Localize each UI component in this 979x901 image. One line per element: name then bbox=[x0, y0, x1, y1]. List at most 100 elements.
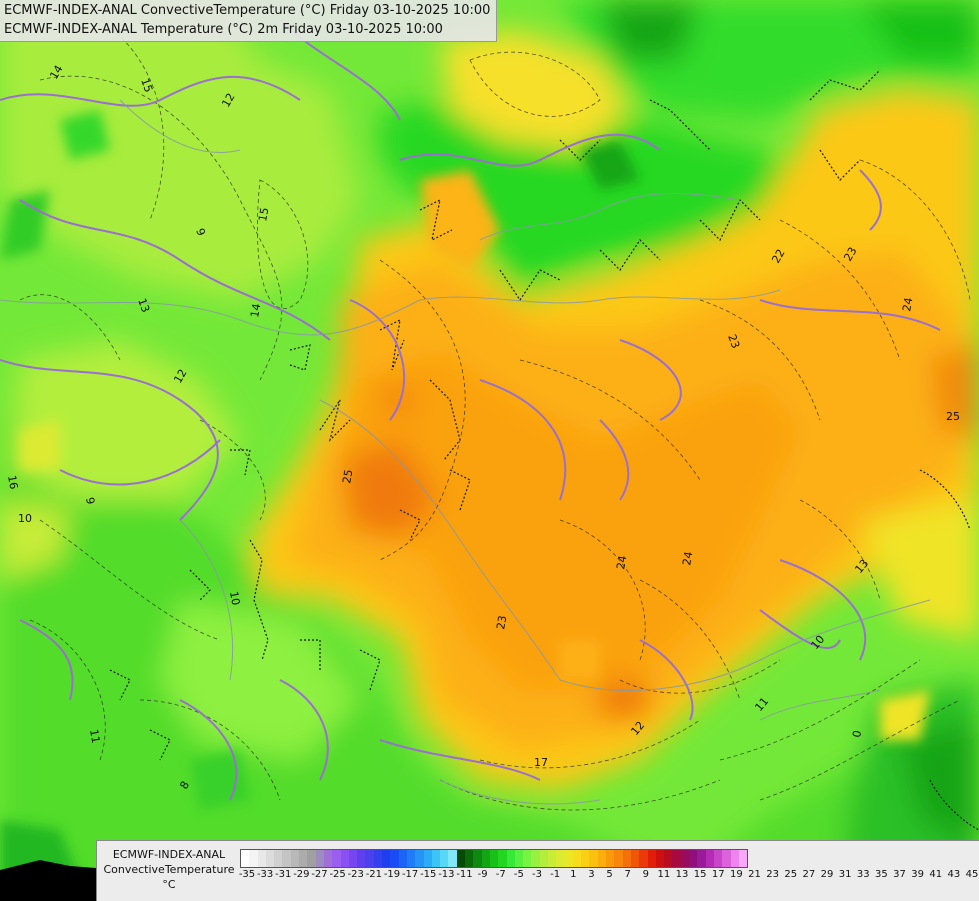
title-line-temperature: ECMWF-INDEX-ANAL Temperature (°C) 2m Fri… bbox=[4, 22, 443, 37]
legend-title-variable: ConvectiveTemperature bbox=[103, 863, 235, 876]
legend-tick-label: -7 bbox=[495, 869, 506, 880]
legend-tick-label: 27 bbox=[802, 869, 816, 880]
legend-tick-label: 25 bbox=[784, 869, 798, 880]
map-label: 14 bbox=[248, 302, 263, 318]
title-line-convective: ECMWF-INDEX-ANAL ConvectiveTemperature (… bbox=[4, 3, 491, 18]
legend-swatch bbox=[722, 850, 731, 867]
legend-swatch bbox=[315, 850, 324, 867]
legend-swatch bbox=[274, 850, 283, 867]
legend-swatch bbox=[606, 850, 615, 867]
legend-tick-label: 17 bbox=[711, 869, 725, 880]
weather-map[interactable]: 14 15 12 9 15 13 14 12 16 10 9 10 11 8 2… bbox=[0, 0, 979, 900]
legend-swatch bbox=[647, 850, 656, 867]
legend-swatch bbox=[257, 850, 266, 867]
legend-tick-label: -9 bbox=[477, 869, 488, 880]
legend-swatch bbox=[398, 850, 407, 867]
legend-swatch bbox=[539, 850, 548, 867]
legend-swatch bbox=[489, 850, 499, 867]
legend-tick-label: 21 bbox=[748, 869, 761, 880]
legend-tick-label: -21 bbox=[365, 869, 383, 880]
legend-swatch bbox=[348, 850, 358, 867]
legend-tick-label: -19 bbox=[383, 869, 401, 880]
legend-title: ECMWF-INDEX-ANAL ConvectiveTemperature °… bbox=[101, 847, 237, 892]
legend-swatch bbox=[307, 850, 316, 867]
legend-tick-label: 35 bbox=[875, 869, 888, 880]
legend-tick-label: -33 bbox=[256, 869, 274, 880]
legend-tick-label: -25 bbox=[329, 869, 346, 880]
legend-swatch bbox=[282, 850, 291, 867]
legend-swatch bbox=[738, 850, 748, 867]
map-label: 23 bbox=[494, 614, 509, 630]
legend-color-bar bbox=[240, 849, 749, 868]
legend-swatch bbox=[581, 850, 590, 867]
legend-swatch bbox=[589, 850, 598, 867]
legend-tick-label: 3 bbox=[588, 869, 595, 880]
legend-tick-label: -17 bbox=[401, 869, 419, 880]
legend-tick-label: 9 bbox=[642, 869, 649, 880]
map-title-box: ECMWF-INDEX-ANAL ConvectiveTemperature (… bbox=[0, 0, 498, 42]
legend-swatch bbox=[431, 850, 441, 867]
legend-swatch bbox=[614, 850, 623, 867]
legend-swatch bbox=[689, 850, 698, 867]
legend-swatch bbox=[523, 850, 532, 867]
legend-unit: °C bbox=[162, 878, 176, 891]
map-label: 10 bbox=[18, 512, 32, 525]
legend-swatch bbox=[332, 850, 341, 867]
legend-tick-label: 5 bbox=[606, 869, 613, 880]
legend-swatch bbox=[556, 850, 565, 867]
map-label: 16 bbox=[5, 474, 20, 490]
legend-swatch bbox=[440, 850, 449, 867]
legend-swatch bbox=[357, 850, 366, 867]
legend-swatch bbox=[655, 850, 665, 867]
legend-swatch bbox=[423, 850, 432, 867]
legend-swatch bbox=[299, 850, 308, 867]
color-legend: ECMWF-INDEX-ANAL ConvectiveTemperature °… bbox=[96, 840, 979, 901]
legend-swatch bbox=[365, 850, 374, 867]
legend-swatch bbox=[290, 850, 300, 867]
legend-tick-label: 37 bbox=[893, 869, 906, 880]
map-label: 25 bbox=[340, 468, 355, 484]
legend-tick-label: 31 bbox=[838, 869, 852, 880]
legend-swatch bbox=[498, 850, 507, 867]
map-label: 15 bbox=[256, 206, 271, 222]
legend-swatch bbox=[572, 850, 582, 867]
legend-swatch bbox=[506, 850, 515, 867]
legend-swatch bbox=[473, 850, 482, 867]
legend-tick-label: -5 bbox=[513, 869, 524, 880]
legend-swatch bbox=[382, 850, 391, 867]
map-label: 10 bbox=[227, 590, 242, 606]
legend-tick-label: 15 bbox=[693, 869, 707, 880]
legend-tick-label: 39 bbox=[911, 869, 924, 880]
legend-swatch bbox=[531, 850, 540, 867]
legend-swatch bbox=[373, 850, 383, 867]
legend-swatch bbox=[415, 850, 424, 867]
legend-tick-label: -23 bbox=[347, 869, 364, 880]
legend-tick-label: -31 bbox=[275, 869, 292, 880]
legend-swatch bbox=[465, 850, 474, 867]
legend-tick-label: 41 bbox=[929, 869, 943, 880]
legend-tick-label: -3 bbox=[532, 869, 542, 880]
legend-swatch bbox=[456, 850, 466, 867]
legend-swatch bbox=[547, 850, 557, 867]
legend-swatch bbox=[664, 850, 673, 867]
legend-tick-label: 29 bbox=[820, 869, 834, 880]
legend-swatch bbox=[390, 850, 399, 867]
legend-swatch bbox=[241, 850, 250, 867]
legend-tick-label: 19 bbox=[730, 869, 743, 880]
legend-swatch bbox=[713, 850, 723, 867]
legend-swatch bbox=[514, 850, 524, 867]
legend-tick-label: -13 bbox=[438, 869, 455, 880]
legend-title-model: ECMWF-INDEX-ANAL bbox=[112, 848, 226, 861]
legend-swatch bbox=[630, 850, 640, 867]
legend-tick-label: -15 bbox=[420, 869, 437, 880]
map-label: 25 bbox=[946, 410, 960, 423]
legend-tick-label: 45 bbox=[965, 869, 979, 880]
legend-swatch bbox=[697, 850, 706, 867]
legend-tick-label: 33 bbox=[856, 869, 870, 880]
map-label: 24 bbox=[900, 296, 915, 312]
legend-tick-label: 7 bbox=[624, 869, 631, 880]
legend-swatch bbox=[406, 850, 416, 867]
legend-tick-label: -11 bbox=[456, 869, 473, 880]
legend-tick-label: 13 bbox=[675, 869, 689, 880]
legend-swatch bbox=[323, 850, 333, 867]
